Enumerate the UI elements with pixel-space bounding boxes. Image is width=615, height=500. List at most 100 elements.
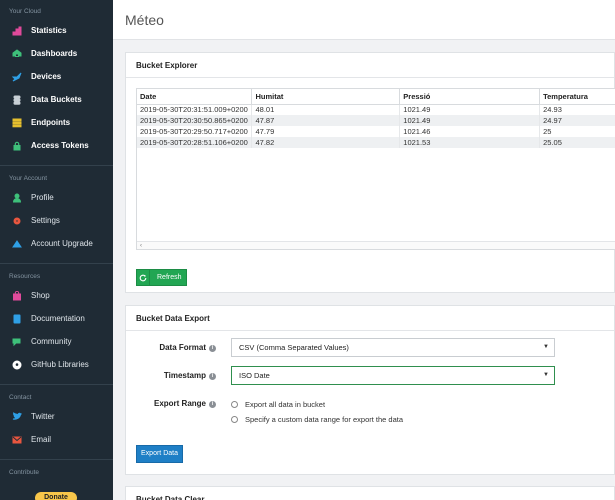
main-content: Méteo Bucket Explorer Date Humitat Pressió… [113, 0, 615, 500]
horizontal-scrollbar[interactable]: ‹ [137, 241, 615, 249]
sidebar-item-label: Shop [31, 291, 50, 300]
page-title: Méteo [113, 0, 615, 40]
sidebar: Your Cloud Statistics Dashboards Devices Da… [0, 0, 113, 500]
list-icon [12, 118, 22, 128]
data-format-select[interactable]: CSV (Comma Separated Values) ▼ [231, 338, 555, 357]
database-icon [12, 95, 22, 105]
scroll-left-arrow[interactable]: ‹ [140, 243, 142, 249]
sidebar-item-label: Devices [31, 72, 62, 81]
gear-icon [12, 216, 22, 226]
sidebar-item-data-buckets[interactable]: Data Buckets [0, 88, 113, 111]
column-header[interactable]: Date [137, 89, 253, 105]
table-cell: 1021.53 [399, 137, 541, 148]
envelope-icon [12, 435, 22, 445]
sidebar-item-community[interactable]: Community [0, 330, 113, 353]
refresh-button[interactable]: Refresh [136, 269, 187, 286]
column-header[interactable]: Temperatura [539, 89, 615, 105]
sidebar-item-label: Access Tokens [31, 141, 89, 150]
chevron-down-icon: ▼ [543, 372, 549, 378]
timestamp-label-text: Timestamp [163, 371, 206, 380]
table-cell: 25 [539, 126, 615, 137]
section-title-your-cloud: Your Cloud [9, 8, 41, 15]
refresh-label: Refresh [157, 274, 182, 281]
shop-icon [12, 290, 22, 301]
panel-title: Bucket Data Export [126, 306, 614, 331]
info-icon[interactable]: i [209, 372, 216, 380]
sidebar-item-endpoints[interactable]: Endpoints [0, 111, 113, 134]
export-data-button[interactable]: Export Data [136, 445, 183, 463]
sidebar-item-label: Statistics [31, 26, 67, 35]
table-row[interactable]: 2019-05-30T20:29:50.717+0200 47.79 1021.46… [137, 126, 615, 137]
range-option-all-label: Export all data in bucket [245, 399, 326, 409]
range-option-all[interactable]: Export all data in bucket [231, 398, 325, 410]
sidebar-item-profile[interactable]: Profile [0, 186, 113, 209]
user-icon [12, 193, 22, 203]
sidebar-item-twitter[interactable]: Twitter [0, 405, 113, 428]
nav-group-your-cloud: Statistics Dashboards Devices Data Buckets E… [0, 19, 113, 157]
dashboard-icon [12, 48, 22, 59]
data-format-row: Data Format i CSV (Comma Separated Value… [126, 338, 615, 358]
section-title-resources: Resources [9, 273, 41, 280]
divider [0, 459, 113, 460]
nav-group-your-account: Profile Settings Account Upgrade [0, 186, 113, 255]
sidebar-item-label: Profile [31, 193, 54, 202]
sidebar-item-account-upgrade[interactable]: Account Upgrade [0, 232, 113, 255]
sidebar-item-label: Settings [31, 216, 60, 225]
rocket-icon [12, 72, 22, 82]
github-icon [12, 360, 22, 370]
bucket-table[interactable]: Date Humitat Pressió Temperatura 2019-05-30… [136, 88, 615, 250]
sidebar-item-label: Community [31, 337, 72, 346]
table-cell: 2019-05-30T20:30:50.865+0200 [137, 115, 253, 126]
sidebar-item-access-tokens[interactable]: Access Tokens [0, 134, 113, 157]
sidebar-item-label: Documentation [31, 314, 85, 323]
upgrade-icon [12, 239, 22, 249]
table-body: 2019-05-30T20:31:51.009+0200 48.01 1021.49… [137, 104, 615, 148]
table-row[interactable]: 2019-05-30T20:30:50.865+0200 47.87 1021.49… [137, 115, 615, 126]
nav-group-resources: Shop Documentation Community GitHub Librari… [0, 284, 113, 376]
export-range-label: Export Range i [154, 398, 216, 410]
sidebar-item-shop[interactable]: Shop [0, 284, 113, 307]
panel-title: Bucket Data Clear [126, 487, 614, 500]
sidebar-item-label: Data Buckets [31, 95, 82, 104]
nav-group-contact: Twitter Email [0, 405, 113, 451]
sidebar-item-label: Account Upgrade [31, 239, 93, 248]
table-header-row: Date Humitat Pressió Temperatura [137, 89, 615, 105]
data-format-label: Data Format i [159, 338, 216, 358]
bucket-explorer-panel: Bucket Explorer Date Humitat Pressió Temper… [125, 52, 615, 293]
refresh-icon [137, 270, 150, 285]
table-cell: 25.05 [539, 137, 615, 148]
sidebar-item-dashboards[interactable]: Dashboards [0, 42, 113, 65]
radio-button[interactable] [231, 400, 238, 408]
divider [0, 263, 113, 264]
column-header[interactable]: Humitat [251, 89, 401, 105]
sidebar-item-devices[interactable]: Devices [0, 65, 113, 88]
table-cell: 2019-05-30T20:28:51.106+0200 [137, 137, 253, 148]
radio-button[interactable] [231, 415, 238, 423]
table-cell: 24.93 [539, 104, 615, 115]
sidebar-item-email[interactable]: Email [0, 428, 113, 451]
twitter-icon [12, 411, 22, 422]
donate-button[interactable]: Donate [35, 492, 77, 500]
table-row[interactable]: 2019-05-30T20:31:51.009+0200 48.01 1021.49… [137, 104, 615, 115]
bucket-export-panel: Bucket Data Export Data Format i CSV (Co… [125, 305, 615, 475]
timestamp-select[interactable]: ISO Date ▼ [231, 366, 555, 385]
sidebar-item-label: Twitter [31, 412, 55, 421]
timestamp-label: Timestamp i [164, 366, 216, 386]
sidebar-item-settings[interactable]: Settings [0, 209, 113, 232]
timestamp-row: Timestamp i ISO Date ▼ [126, 366, 615, 386]
lock-icon [12, 141, 22, 151]
export-range-label-text: Export Range [153, 399, 206, 408]
range-option-custom[interactable]: Specify a custom data range for export t… [231, 413, 403, 425]
range-option-custom-label: Specify a custom data range for export t… [245, 414, 404, 424]
section-title-contribute: Contribute [9, 469, 39, 476]
sidebar-item-github-libraries[interactable]: GitHub Libraries [0, 353, 113, 376]
sidebar-item-statistics[interactable]: Statistics [0, 19, 113, 42]
table-cell: 1021.49 [399, 115, 541, 126]
info-icon[interactable]: i [209, 400, 216, 408]
divider [0, 384, 113, 385]
bucket-clear-panel: Bucket Data Clear [125, 486, 615, 500]
column-header[interactable]: Pressió [399, 89, 541, 105]
info-icon[interactable]: i [209, 344, 216, 352]
table-row[interactable]: 2019-05-30T20:28:51.106+0200 47.82 1021.53… [137, 137, 615, 148]
sidebar-item-documentation[interactable]: Documentation [0, 307, 113, 330]
